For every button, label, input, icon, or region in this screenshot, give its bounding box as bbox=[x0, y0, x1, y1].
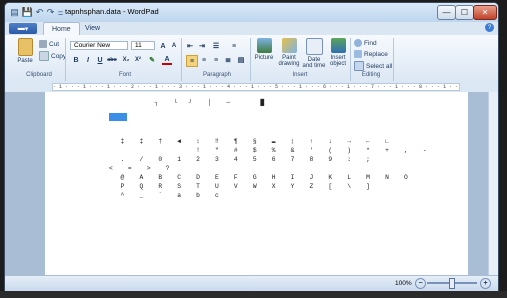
tab-view[interactable]: View bbox=[77, 22, 108, 35]
scissors-icon bbox=[39, 40, 47, 48]
strikethrough-button[interactable]: abc bbox=[107, 55, 117, 65]
paint-icon bbox=[281, 38, 297, 53]
app-icon[interactable]: ▤ bbox=[9, 7, 20, 18]
ruler[interactable]: · 1 · · · 1 · · · 1 · · · 2 · · · 1 · · … bbox=[52, 83, 460, 91]
copy-label: Copy bbox=[51, 52, 67, 60]
zoom-slider-thumb[interactable] bbox=[449, 278, 455, 289]
taskbar bbox=[0, 291, 507, 298]
italic-button[interactable]: I bbox=[83, 55, 93, 65]
zoom-level: 100% bbox=[395, 280, 412, 287]
bullets-icon[interactable]: ☰ bbox=[211, 41, 221, 51]
file-menu-icon: ▬ bbox=[17, 25, 25, 32]
cut-label: Cut bbox=[49, 40, 60, 48]
file-menu-button[interactable]: ▬ ▾ bbox=[9, 23, 37, 34]
paint-drawing-button[interactable]: Paint drawing bbox=[277, 38, 301, 67]
grow-font-button[interactable]: A bbox=[158, 41, 168, 51]
insert-object-button[interactable]: Insert object bbox=[327, 38, 349, 67]
select-all-icon bbox=[354, 61, 364, 71]
font-size-value: 11 bbox=[135, 42, 142, 49]
vertical-scrollbar[interactable] bbox=[488, 92, 498, 275]
paragraph-group-label: Paragraph bbox=[202, 72, 232, 78]
picture-label: Picture bbox=[254, 55, 274, 61]
binoculars-icon bbox=[354, 39, 362, 47]
replace-label: Replace bbox=[364, 50, 388, 58]
insert-group-label: Insert bbox=[292, 72, 308, 78]
save-icon[interactable]: 💾 bbox=[22, 7, 33, 18]
ribbon-separator bbox=[65, 38, 66, 81]
select-all-label: Select all bbox=[366, 62, 393, 70]
font-family-select[interactable]: Courier New bbox=[70, 41, 128, 50]
calendar-icon bbox=[305, 38, 323, 55]
subscript-button[interactable]: X₂ bbox=[121, 55, 131, 65]
ribbon-separator bbox=[393, 38, 394, 81]
clipboard-group-label: Clipboard bbox=[26, 72, 52, 78]
find-label: Find bbox=[364, 39, 377, 47]
shrink-font-button[interactable]: A bbox=[169, 41, 179, 51]
paste-icon bbox=[17, 38, 33, 56]
ribbon-separator bbox=[181, 38, 182, 81]
font-group-label: Font bbox=[118, 72, 131, 78]
object-icon bbox=[330, 38, 346, 53]
replace-button[interactable]: Replace bbox=[354, 50, 388, 58]
selection-highlight bbox=[109, 113, 127, 121]
bold-button[interactable]: B bbox=[71, 55, 81, 65]
paragraph-settings-icon[interactable]: ▤ bbox=[236, 55, 246, 65]
picture-icon bbox=[256, 38, 272, 53]
paste-label: Paste bbox=[17, 58, 33, 64]
copy-icon bbox=[39, 51, 49, 61]
date-time-button[interactable]: Date and time bbox=[302, 38, 326, 69]
increase-indent-icon[interactable]: ⇥ bbox=[197, 41, 207, 51]
tab-home[interactable]: Home bbox=[43, 22, 80, 36]
replace-icon bbox=[354, 50, 362, 58]
font-size-select[interactable]: 11 bbox=[131, 41, 155, 50]
copy-button[interactable]: Copy bbox=[39, 51, 66, 61]
align-center-icon[interactable]: ≡ bbox=[199, 55, 209, 65]
paint-label: Paint drawing bbox=[278, 55, 300, 67]
chevron-down-icon: ▾ bbox=[24, 25, 29, 33]
select-all-button[interactable]: Select all bbox=[354, 61, 392, 71]
undo-icon[interactable]: ↶ bbox=[34, 7, 45, 18]
object-label: Insert object bbox=[329, 55, 346, 67]
maximize-button[interactable]: ☐ bbox=[455, 5, 474, 20]
picture-button[interactable]: Picture bbox=[253, 38, 275, 61]
zoom-in-button[interactable]: + bbox=[480, 278, 491, 289]
wordpad-window: ▤ 💾 ↶ ↷ = tapnhsphan.data - WordPad — ☐ … bbox=[4, 2, 499, 292]
justify-icon[interactable]: ≣ bbox=[223, 55, 233, 65]
cut-button[interactable]: Cut bbox=[39, 40, 59, 48]
window-title: tapnhsphan.data - WordPad bbox=[65, 7, 159, 16]
line-spacing-icon[interactable]: ≡ bbox=[229, 41, 239, 51]
font-family-value: Courier New bbox=[74, 42, 111, 49]
document-line: ┐ └ ┘ │ ─ █ bbox=[113, 99, 265, 106]
close-button[interactable]: ✕ bbox=[473, 5, 497, 20]
editing-group-label: Editing bbox=[361, 72, 381, 78]
decrease-indent-icon[interactable]: ⇤ bbox=[185, 41, 195, 51]
minimize-button[interactable]: — bbox=[437, 5, 456, 20]
align-right-icon[interactable]: ≡ bbox=[211, 55, 221, 65]
datetime-label: Date and time bbox=[302, 57, 326, 69]
help-icon[interactable]: ? bbox=[485, 23, 494, 32]
paste-button[interactable]: Paste bbox=[14, 38, 36, 64]
document-line: ^ _ ` a b c bbox=[113, 192, 219, 199]
zoom-out-button[interactable]: − bbox=[415, 278, 426, 289]
find-button[interactable]: Find bbox=[354, 39, 377, 47]
font-color-icon[interactable]: A bbox=[162, 55, 172, 65]
superscript-button[interactable]: X² bbox=[133, 55, 143, 65]
align-left-icon[interactable]: ≡ bbox=[186, 55, 198, 67]
ribbon-separator bbox=[250, 38, 251, 81]
highlight-color-icon[interactable]: ✎ bbox=[147, 55, 157, 65]
underline-button[interactable]: U bbox=[95, 55, 105, 65]
